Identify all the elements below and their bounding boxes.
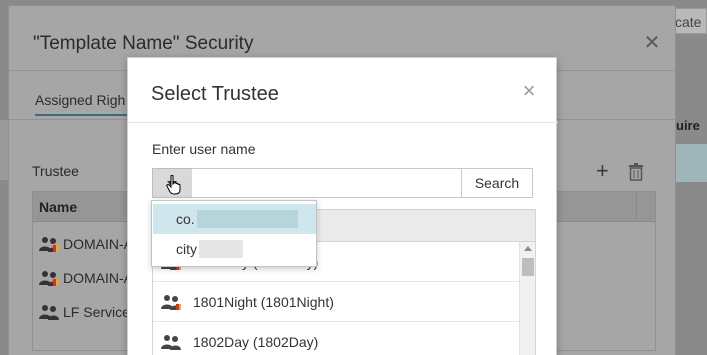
grid-header-end	[636, 192, 656, 222]
dropdown-option[interactable]: city	[153, 234, 316, 264]
redacted-text	[196, 210, 298, 228]
divider	[128, 122, 558, 123]
security-dialog-title: "Template Name" Security	[33, 33, 254, 54]
group-icon	[39, 236, 61, 252]
domain-dropdown-button[interactable]	[152, 168, 193, 198]
user-name-label: Enter user name	[152, 141, 256, 157]
background-edge	[0, 120, 8, 180]
row-name: DOMAIN-A	[63, 235, 133, 252]
option-label: co.	[176, 211, 195, 227]
search-button[interactable]: Search	[461, 168, 533, 198]
list-item[interactable]: 1801Night (1801Night)	[153, 282, 519, 322]
close-icon[interactable]: ✕	[641, 32, 663, 54]
option-label: city	[176, 241, 197, 257]
background-selected-row	[676, 144, 707, 182]
domain-dropdown-menu: co. city	[151, 200, 317, 267]
group-icon	[39, 304, 61, 320]
list-item-label: 1802Day (1802Day)	[193, 333, 319, 350]
redacted-text	[199, 240, 243, 258]
list-item[interactable]: 1802Day (1802Day)	[153, 322, 519, 355]
dropdown-option[interactable]: co.	[153, 204, 316, 234]
group-icon	[39, 270, 61, 286]
trustee-label: Trustee	[32, 163, 79, 179]
row-name: DOMAIN-A	[63, 269, 133, 286]
group-icon	[161, 294, 183, 310]
tab-assigned-rights[interactable]: Assigned Righ	[35, 92, 135, 116]
hand-cursor-icon	[166, 175, 181, 195]
background-column-header: uire	[676, 118, 700, 133]
trash-icon[interactable]	[629, 163, 643, 181]
group-icon	[161, 334, 183, 350]
list-item-label: 1801Night (1801Night)	[193, 293, 334, 310]
scroll-up-icon[interactable]	[524, 246, 532, 251]
scroll-thumb[interactable]	[522, 258, 534, 276]
row-name: LF Service	[63, 303, 130, 320]
user-name-input[interactable]	[192, 168, 462, 198]
dialog-title: Select Trustee	[151, 83, 279, 105]
add-icon[interactable]: +	[596, 160, 609, 182]
scrollbar[interactable]	[519, 242, 535, 355]
close-icon[interactable]: ×	[518, 80, 540, 102]
